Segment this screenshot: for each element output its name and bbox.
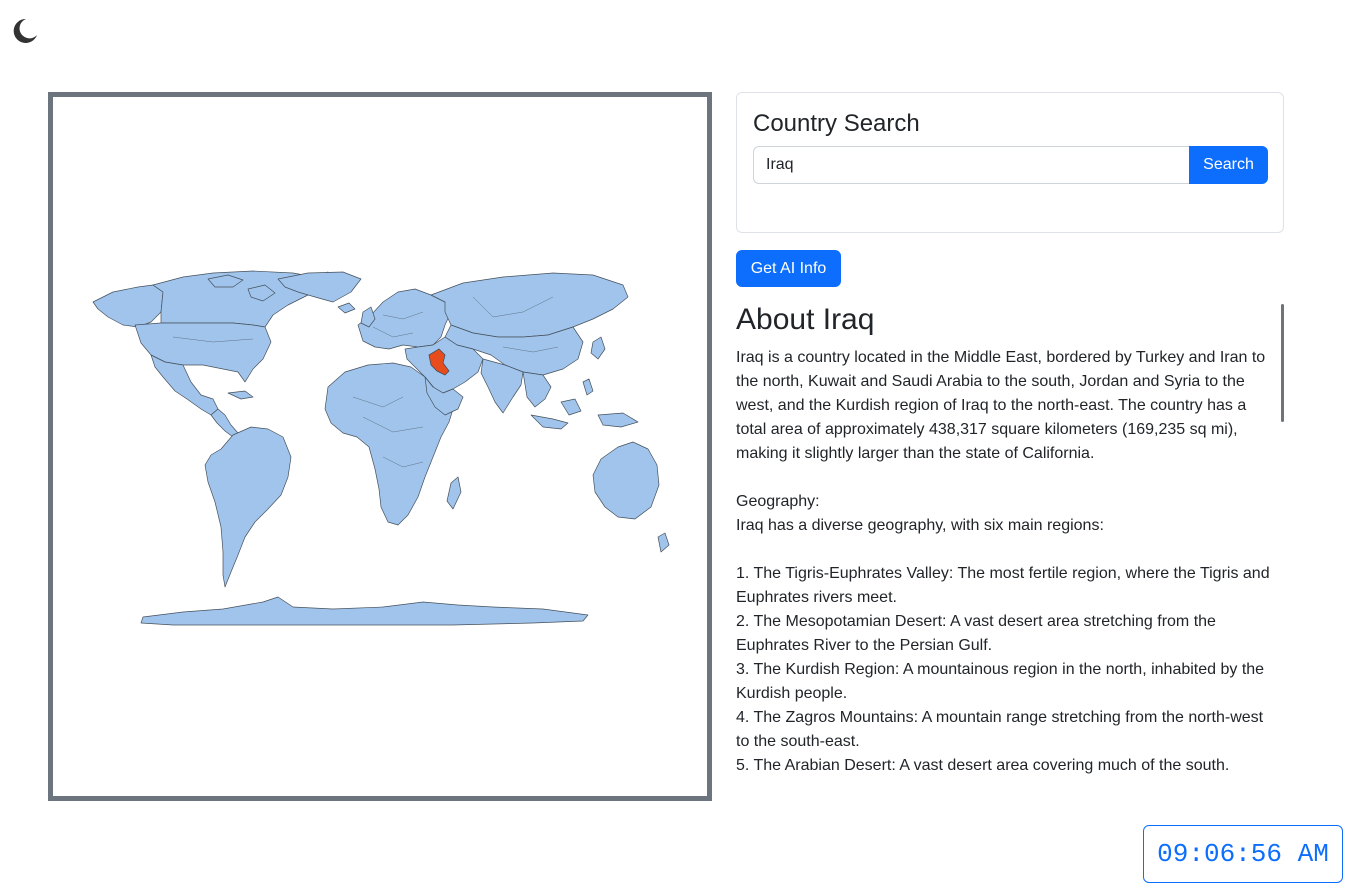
country-philippines[interactable] <box>582 378 594 396</box>
digital-clock: 09:06:56 AM <box>1143 825 1343 883</box>
world-map-svg <box>92 270 670 626</box>
country-search-input[interactable] <box>753 146 1189 184</box>
search-group: Search <box>753 146 1268 184</box>
country-indonesia[interactable] <box>530 414 569 430</box>
country-new-guinea[interactable] <box>597 412 639 428</box>
country-madagascar[interactable] <box>446 476 462 510</box>
search-title: Country Search <box>753 110 920 137</box>
get-ai-info-button[interactable]: Get AI Info <box>736 250 841 287</box>
theme-toggle-button[interactable] <box>10 16 40 46</box>
country-new-zealand[interactable] <box>657 532 670 553</box>
country-iceland[interactable] <box>337 302 356 314</box>
country-japan[interactable] <box>590 336 606 360</box>
country-australia[interactable] <box>592 441 660 520</box>
info-body: Iraq is a country located in the Middle … <box>736 349 1270 774</box>
central-america[interactable] <box>210 408 239 438</box>
caribbean-islands[interactable] <box>227 390 254 400</box>
region-southeast-asia[interactable] <box>522 371 552 408</box>
country-south-america[interactable] <box>204 426 292 588</box>
country-usa[interactable] <box>134 322 272 383</box>
country-russia[interactable] <box>430 272 629 338</box>
moon-icon <box>13 18 38 43</box>
country-borneo[interactable] <box>560 398 582 416</box>
region-antarctica[interactable] <box>140 596 589 626</box>
info-title: About Iraq <box>736 303 875 336</box>
country-info-panel[interactable]: About Iraq Iraq is a country located in … <box>736 302 1284 780</box>
search-button[interactable]: Search <box>1189 146 1268 184</box>
info-scrollbar[interactable] <box>1281 304 1284 422</box>
world-map[interactable] <box>48 92 712 801</box>
country-alaska[interactable] <box>92 284 164 328</box>
country-search-card: Country Search Search <box>736 92 1284 233</box>
